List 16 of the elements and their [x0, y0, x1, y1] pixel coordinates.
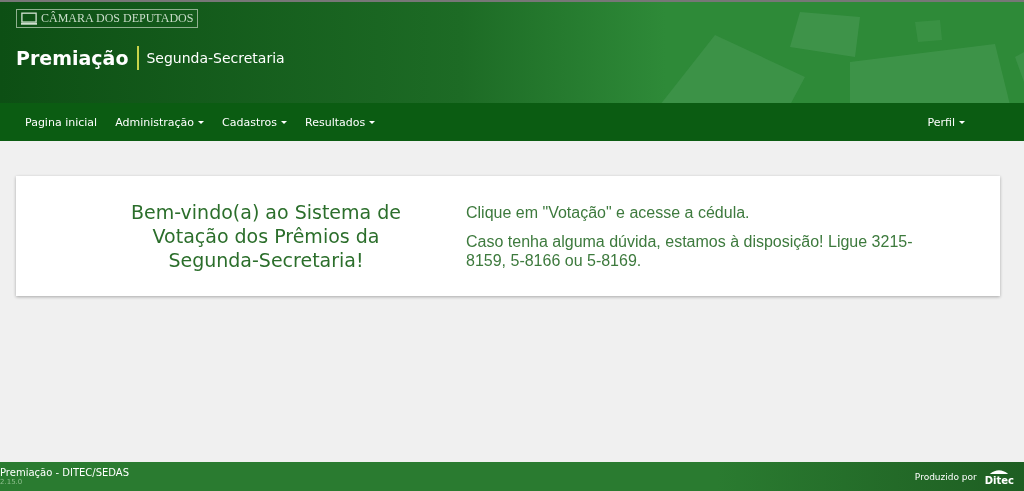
dome-icon: [989, 467, 1010, 475]
app-title: Premiação: [16, 47, 129, 69]
monitor-icon: [21, 12, 37, 25]
credit-text: Produzido por: [914, 471, 977, 482]
welcome-heading: Bem-vindo(a) ao Sistema de Votação dos Prêmios da Segunda-Secretaria!: [130, 200, 402, 272]
nav-link[interactable]: Pagina inicial: [16, 115, 107, 129]
dropdown-menu[interactable]: Administração: [106, 115, 214, 129]
app-subtitle: Segunda-Secretaria: [146, 50, 285, 66]
footer-app-name: Premiação - DITEC/SEDAS: [0, 467, 130, 478]
welcome-text: Clique em "Votação" e acesse a cédula.: [466, 202, 751, 222]
dropdown-menu[interactable]: Perfil: [918, 115, 974, 129]
institution-name: CÂMARA DOS DEPUTADOS: [41, 11, 194, 26]
dropdown-menu[interactable]: Resultados: [296, 115, 385, 129]
welcome-text: Caso tenha alguma dúvida, estamos à disposição! Ligue 3215-8159, 5-8166 ou 5-8169.: [466, 231, 914, 270]
dropdown-menu[interactable]: Cadastros: [213, 115, 296, 129]
ditec-logo: Ditec: [984, 467, 1014, 486]
